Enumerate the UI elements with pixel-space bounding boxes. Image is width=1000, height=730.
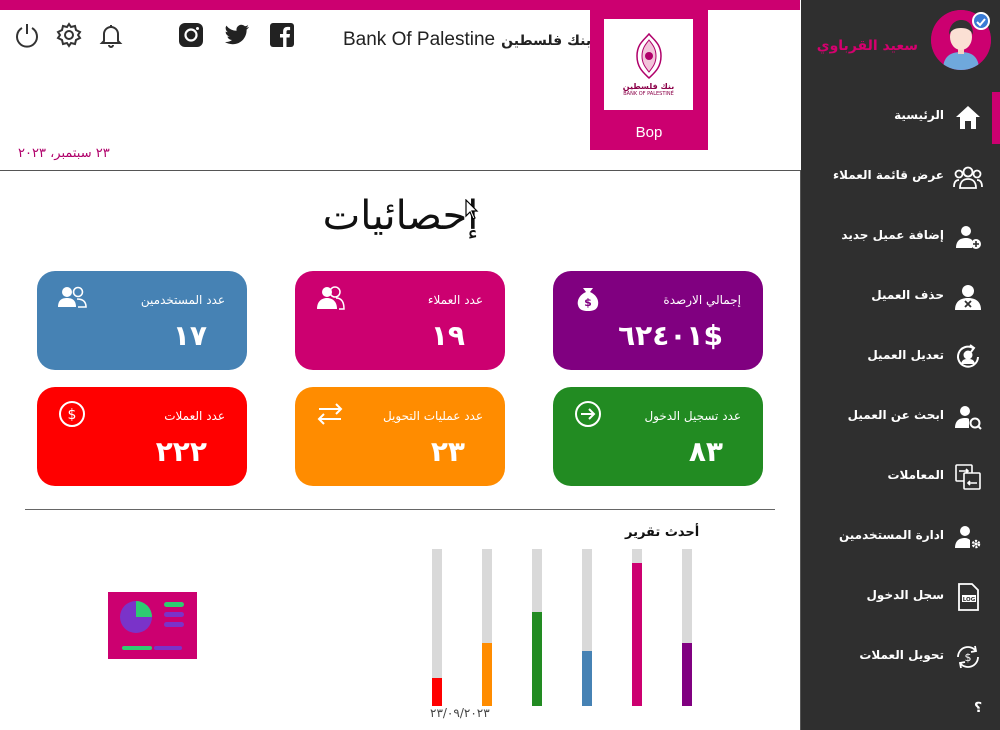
card-label: عدد العملات [164,409,225,423]
sidebar-item-label: عرض قائمة العملاء [832,168,944,182]
sidebar-item-transactions[interactable]: المعاملات [801,452,1000,502]
card-value: ١٧ [172,319,207,352]
add-user-icon [953,222,983,252]
svg-text:LOG: LOG [963,597,976,603]
twitter-icon[interactable] [222,20,252,50]
date-text: ٢٣ سبتمبر، ٢٠٢٣ [18,146,110,161]
card-transfers[interactable]: عدد عمليات التحويل ٢٣ [295,387,505,486]
sidebar: سعيد القرباوي الرئيسية عرض قائمة العملاء… [801,0,1000,730]
logo-text-en: BANK OF PALESTINE [623,91,674,97]
currency-exchange-icon: $ [953,642,983,672]
log-icon: LOG [953,582,983,612]
sidebar-item-label: المعاملات [887,468,944,482]
bar [682,643,692,706]
sidebar-item-currency-exchange[interactable]: $ تحويل العملات [801,632,1000,682]
bar-track [482,549,492,706]
sidebar-item-edit-customer[interactable]: تعديل العميل [801,332,1000,382]
money-bag-icon: $ [573,283,603,313]
transactions-icon [953,462,983,492]
settings-icon[interactable] [54,20,84,50]
bar [482,643,492,706]
sidebar-item-delete-customer[interactable]: حذف العميل [801,272,1000,322]
bar-track [632,549,642,706]
card-logins[interactable]: عدد تسجيل الدخول ٨٣ [553,387,763,486]
card-users[interactable]: عدد المستخدمين ١٧ [37,271,247,370]
card-value: ٨٣ [688,435,723,468]
power-icon[interactable] [12,20,42,50]
card-currencies[interactable]: $ عدد العملات ٢٢٢ [37,387,247,486]
card-value: ٢٢٢ [155,435,207,468]
card-customers[interactable]: عدد العملاء ١٩ [295,271,505,370]
page-title: إحصائيات [322,193,479,239]
bar [582,651,592,706]
report-title: أحدث تقرير [625,525,700,540]
logo-caption: Bop [635,124,663,141]
section-divider [25,509,775,510]
card-label: إجمالي الارصدة [663,293,741,307]
sidebar-item-search-customer[interactable]: ابحث عن العميل [801,392,1000,442]
verified-badge-icon [972,12,990,30]
delete-user-icon [953,282,983,312]
sidebar-item-label: إضافة عميل جديد [841,228,944,242]
mouse-cursor-icon [465,199,479,220]
svg-text:$: $ [965,651,972,664]
bar-track [532,549,542,706]
logo-image: بنك فلسطين BANK OF PALESTINE [604,19,693,110]
sidebar-item-label: الرئيسية [894,108,944,122]
bank-name-ar: بنك فلسطين [501,33,592,49]
logo-emblem-icon [635,32,662,80]
user-name[interactable]: سعيد القرباوي [817,38,918,54]
bar [432,678,442,706]
card-label: عدد عمليات التحويل [382,409,483,423]
bell-icon[interactable] [96,20,126,50]
transfer-icon [315,399,345,429]
bar [532,612,542,706]
bar [632,563,642,706]
sidebar-item-home[interactable]: الرئيسية [801,92,1000,142]
report-chart-icon [108,592,197,659]
card-value: ٢٣ [430,435,465,468]
card-label: عدد العملاء [427,293,483,307]
main-panel: إحصائيات $ إجمالي الارصدة ٦٢٤٠١$ عدد الع… [0,170,801,730]
bar-track [582,549,592,706]
help-button[interactable]: ؟ [974,700,982,716]
sidebar-item-label: ابحث عن العميل [847,408,944,422]
svg-text:$: $ [68,407,77,423]
dollar-icon: $ [57,399,87,429]
svg-text:$: $ [584,296,592,309]
login-icon [573,399,603,429]
card-label: عدد تسجيل الدخول [644,409,741,423]
instagram-icon[interactable] [176,20,206,50]
sidebar-item-customers-list[interactable]: عرض قائمة العملاء [801,152,1000,202]
customers-list-icon [953,162,983,192]
card-label: عدد المستخدمين [140,293,225,307]
edit-user-icon [953,342,983,372]
bar-track [432,549,442,706]
sidebar-item-label: تحويل العملات [859,648,944,662]
bank-logo[interactable]: بنك فلسطين BANK OF PALESTINE Bop [590,10,708,150]
users-icon [57,283,87,313]
facebook-icon[interactable] [267,20,297,50]
top-accent-bar [0,0,800,10]
card-value: ١٩ [430,319,465,352]
report-date: ٢٣/٠٩/٢٠٢٣ [430,706,490,720]
user-settings-icon [953,522,983,552]
sidebar-item-label: سجل الدخول [866,588,944,602]
customers-icon [315,283,345,313]
bank-name-en: Bank Of Palestine [343,29,496,50]
bar-track [682,549,692,706]
sidebar-item-login-log[interactable]: LOG سجل الدخول [801,572,1000,622]
sidebar-item-label: حذف العميل [871,288,944,302]
card-value: ٦٢٤٠١$ [618,319,723,352]
logo-text-ar: بنك فلسطين [622,82,675,91]
home-icon [953,102,983,132]
sidebar-item-user-management[interactable]: ادارة المستخدمين [801,512,1000,562]
bank-name: Bank Of Palestine بنك فلسطين [343,28,591,51]
sidebar-item-label: تعديل العميل [867,348,944,362]
sidebar-item-label: ادارة المستخدمين [838,528,944,542]
card-total-balance[interactable]: $ إجمالي الارصدة ٦٢٤٠١$ [553,271,763,370]
sidebar-item-add-customer[interactable]: إضافة عميل جديد [801,212,1000,262]
search-user-icon [953,402,983,432]
